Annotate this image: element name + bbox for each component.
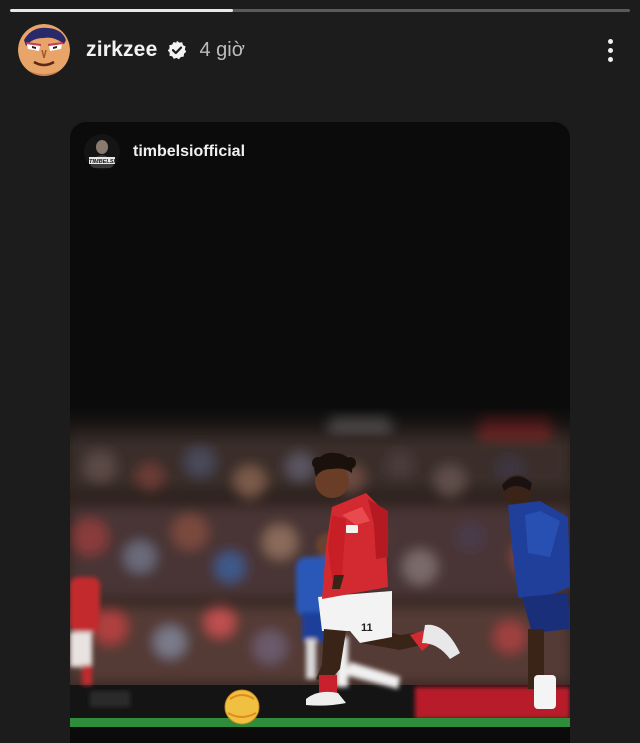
player-shorts-number: 11 (361, 622, 373, 634)
more-vertical-icon-dot (607, 56, 613, 62)
author-avatar[interactable] (18, 24, 70, 76)
shared-post-username[interactable]: timbelsiofficial (133, 143, 245, 161)
story-progress-fill (10, 9, 234, 12)
verified-badge-icon (167, 40, 187, 60)
shared-post-card[interactable]: TIMBELSI timbelsiofficial 11 (70, 122, 570, 743)
football-match-photo: 29 11 (70, 407, 570, 727)
more-options-button[interactable] (598, 32, 622, 68)
story-header: zirkzee 4 giờ (18, 24, 622, 76)
shared-post-header: TIMBELSI timbelsiofficial (84, 134, 245, 170)
more-vertical-icon (607, 38, 613, 44)
post-time: 4 giờ (199, 38, 245, 61)
cartoon-face-avatar-icon (18, 24, 70, 76)
author-username[interactable]: zirkzee (86, 38, 157, 62)
story-progress-bar (10, 9, 630, 12)
story-viewer[interactable]: zirkzee 4 giờ TIMBELSI timbelsiofficial … (0, 0, 640, 743)
football-ball (224, 689, 260, 725)
profile-photo-avatar-icon: TIMBELSI (84, 134, 120, 170)
more-vertical-icon-dot (607, 47, 613, 53)
shared-avatar-logo-text: TIMBELSI (89, 159, 116, 165)
shared-post-avatar[interactable]: TIMBELSI (84, 134, 120, 170)
